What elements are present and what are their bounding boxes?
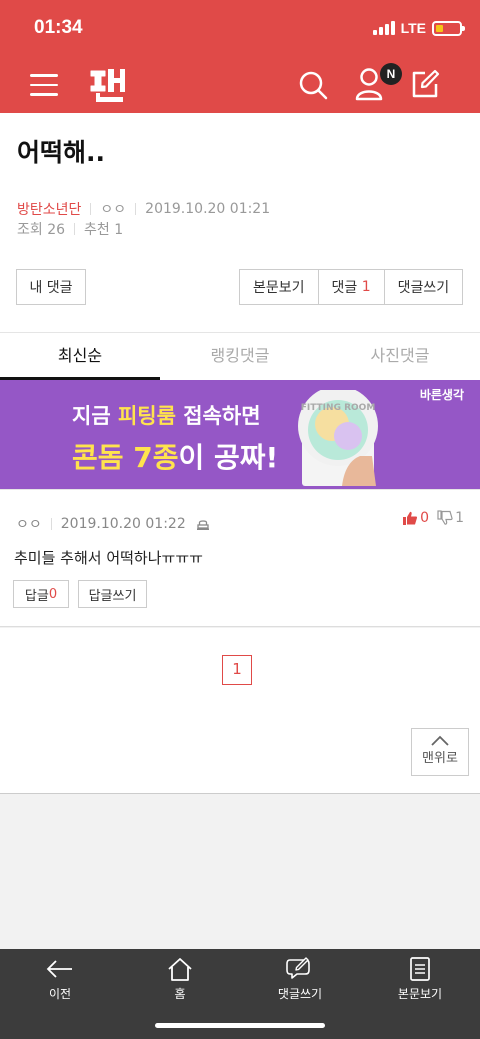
status-time: 01:34 — [34, 17, 83, 38]
write-reply-button[interactable]: 답글쓰기 — [78, 580, 147, 608]
recommend-count: 추천 1 — [84, 222, 124, 238]
like-count: 0 — [420, 510, 430, 526]
scroll-to-top-button[interactable]: 맨위로 — [411, 728, 469, 776]
product-label: FITTING ROOM — [301, 403, 376, 413]
like-button[interactable]: 0 — [402, 510, 429, 526]
comment-author: ㅇㅇ — [16, 517, 42, 533]
chevron-up-icon — [431, 735, 449, 746]
status-bar: 01:34 LTE — [0, 0, 480, 56]
comment-date: 2019.10.20 01:22 — [60, 516, 186, 532]
article-category[interactable]: 방탄소년단 — [17, 199, 81, 219]
tab-latest[interactable]: 최신순 — [0, 333, 160, 380]
thumbs-down-icon — [437, 510, 453, 525]
article-date: 2019.10.20 01:21 — [145, 201, 271, 217]
notification-badge: N — [380, 63, 402, 85]
article-author: ㅇㅇ — [100, 202, 127, 218]
comment-body: 추미들 추해서 어떡하나ㅠㅠㅠ — [14, 549, 203, 567]
dislike-count: 1 — [455, 510, 464, 526]
tab-photo[interactable]: 사진댓글 — [320, 333, 480, 380]
comment-item: ㅇㅇ 2019.10.20 01:22 0 1 추미들 추해서 어떡하나ㅠㅠㅠ … — [0, 489, 480, 627]
document-icon — [410, 957, 430, 981]
nav-view-post-label: 본문보기 — [397, 987, 443, 1001]
tab-ranking[interactable]: 랭킹댓글 — [160, 333, 320, 380]
home-icon — [168, 958, 192, 981]
nav-back[interactable]: 이전 — [0, 949, 120, 1039]
replies-button[interactable]: 답글 0 — [13, 580, 69, 608]
nav-write-comment-label: 댓글쓰기 — [277, 987, 323, 1001]
comments-count: 1 — [361, 279, 371, 295]
nav-back-label: 이전 — [48, 987, 72, 1001]
signal-icon — [372, 21, 395, 35]
report-icon[interactable] — [196, 517, 210, 531]
search-icon[interactable] — [297, 69, 329, 101]
ad-banner[interactable]: 지금 피팅룸 접속하면 콘돔 7종이 공짜! FITTING ROOM 바른생각 — [0, 380, 480, 489]
comment-meta: ㅇㅇ 2019.10.20 01:22 — [16, 514, 210, 534]
write-comment-button[interactable]: 댓글쓰기 — [383, 270, 463, 304]
article-header: 어떡해.. 방탄소년단 ㅇㅇ 2019.10.20 01:21 조회 26 추천… — [0, 113, 480, 332]
nav-view-post[interactable]: 본문보기 — [360, 949, 480, 1039]
article-actions: 본문보기 댓글 1 댓글쓰기 — [239, 269, 464, 305]
thumbs-up-icon — [403, 511, 418, 525]
replies-label: 답글 — [24, 588, 49, 604]
comment-votes: 0 1 — [402, 510, 464, 526]
fitting-room-product-image: FITTING ROOM — [298, 390, 378, 486]
article-title: 어떡해.. — [17, 138, 105, 167]
article-stats: 조회 26 추천 1 — [17, 219, 123, 239]
app-header: N — [0, 56, 480, 113]
pann-logo[interactable] — [86, 62, 130, 106]
home-indicator — [155, 1023, 325, 1028]
banner-subheadline: 콘돔 7종이 공짜! — [72, 441, 279, 474]
page-number-current[interactable]: 1 — [222, 655, 252, 685]
view-post-button[interactable]: 본문보기 — [240, 270, 318, 304]
write-comment-icon — [286, 957, 310, 979]
dislike-button[interactable]: 1 — [437, 510, 464, 526]
view-count: 조회 26 — [17, 222, 66, 238]
banner-brand: 바른생각 — [419, 388, 464, 402]
nav-home-label: 홈 — [174, 987, 186, 1001]
arrow-left-icon — [46, 960, 72, 978]
comments-button[interactable]: 댓글 1 — [317, 270, 384, 304]
battery-icon — [432, 20, 465, 36]
comments-label: 댓글 — [331, 280, 358, 296]
status-indicators: LTE — [372, 20, 465, 36]
write-post-icon[interactable] — [409, 68, 441, 100]
article-meta: 방탄소년단 ㅇㅇ 2019.10.20 01:21 — [17, 199, 270, 219]
scroll-to-top-label: 맨위로 — [422, 751, 458, 766]
replies-count: 0 — [48, 586, 58, 602]
pagination-area: 1 맨위로 — [0, 628, 480, 794]
menu-icon[interactable] — [30, 74, 58, 96]
network-type: LTE — [400, 20, 426, 36]
banner-headline: 지금 피팅룸 접속하면 — [72, 404, 261, 428]
comment-sort-tabs: 최신순 랭킹댓글 사진댓글 — [0, 332, 480, 380]
my-comments-button[interactable]: 내 댓글 — [16, 269, 86, 305]
